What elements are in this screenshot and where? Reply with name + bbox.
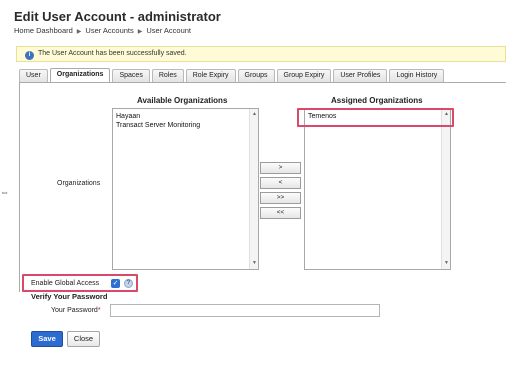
breadcrumb-user-account: User Account — [146, 26, 191, 35]
tab-role-expiry[interactable]: Role Expiry — [185, 69, 236, 82]
assigned-organizations-list[interactable]: Temenos ▲ ▼ — [304, 108, 451, 270]
organizations-label: Organizations — [57, 180, 101, 187]
scroll-down-icon[interactable]: ▼ — [443, 260, 450, 267]
scroll-down-icon[interactable]: ▼ — [251, 260, 258, 267]
available-organizations-heading: Available Organizations — [137, 96, 228, 105]
resize-cursor-icon: ⇔ — [0, 187, 9, 197]
breadcrumb-home[interactable]: Home Dashboard — [14, 26, 73, 35]
tab-roles[interactable]: Roles — [151, 69, 184, 82]
info-icon: i — [25, 51, 34, 60]
global-access-highlight-box — [22, 274, 138, 292]
tab-organizations[interactable]: Organizations — [49, 68, 111, 82]
tab-group-expiry[interactable]: Group Expiry — [276, 69, 332, 82]
assigned-highlight-box — [297, 108, 454, 127]
available-organizations-list[interactable]: Hayaan Transact Server Monitoring ▲ ▼ — [112, 108, 259, 270]
scrollbar[interactable]: ▲ ▼ — [441, 109, 450, 269]
tab-bar: User Organizations Spaces Roles Role Exp… — [19, 68, 445, 82]
list-item[interactable]: Hayaan — [113, 112, 258, 121]
breadcrumb: Home Dashboard ▶ User Accounts ▶ User Accoun… — [14, 26, 191, 35]
add-all-organizations-button[interactable]: >> — [260, 192, 301, 204]
add-organization-button[interactable]: > — [260, 162, 301, 174]
remove-all-organizations-button[interactable]: << — [260, 207, 301, 219]
tab-login-history[interactable]: Login History — [389, 69, 445, 82]
password-label-text: Your Password — [51, 307, 98, 314]
tab-user[interactable]: User — [19, 69, 48, 82]
save-button[interactable]: Save — [31, 331, 63, 347]
breadcrumb-user-accounts[interactable]: User Accounts — [85, 26, 133, 35]
password-label: Your Password* — [51, 307, 101, 314]
close-button[interactable]: Close — [67, 331, 100, 347]
verify-password-heading: Verify Your Password — [31, 292, 108, 301]
tab-groups[interactable]: Groups — [237, 69, 275, 82]
alert-message: The User Account has been successfully s… — [38, 50, 187, 57]
tab-spaces[interactable]: Spaces — [112, 69, 150, 82]
required-mark: * — [97, 307, 101, 314]
tab-user-profiles[interactable]: User Profiles — [333, 69, 388, 82]
breadcrumb-separator-icon: ▶ — [76, 29, 82, 35]
remove-organization-button[interactable]: < — [260, 177, 301, 189]
list-item[interactable]: Transact Server Monitoring — [113, 121, 258, 130]
scroll-up-icon[interactable]: ▲ — [251, 111, 258, 118]
password-input[interactable] — [110, 304, 380, 317]
scrollbar[interactable]: ▲ ▼ — [249, 109, 258, 269]
assigned-organizations-heading: Assigned Organizations — [331, 96, 423, 105]
breadcrumb-separator-icon: ▶ — [137, 29, 143, 35]
page-title: Edit User Account - administrator — [14, 9, 221, 24]
success-alert: i The User Account has been successfully … — [16, 46, 506, 62]
